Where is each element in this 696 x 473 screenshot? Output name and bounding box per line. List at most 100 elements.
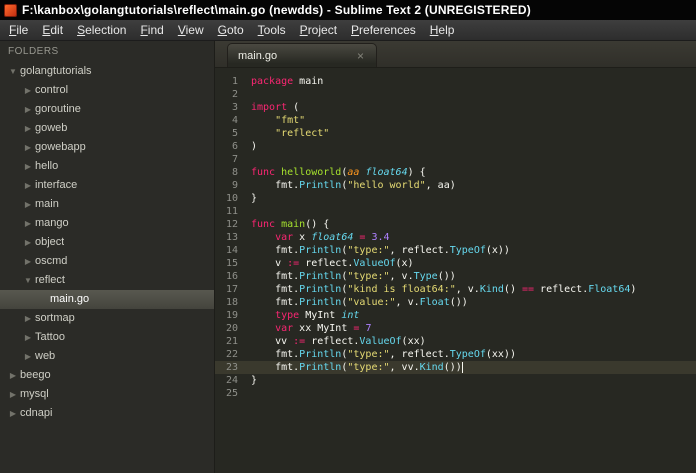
- code-line-6[interactable]: 6): [215, 140, 696, 153]
- tab-bar: main.go ×: [215, 41, 696, 68]
- code-line-24[interactable]: 24}: [215, 374, 696, 387]
- tree-folder-mysql[interactable]: ▶ mysql: [0, 385, 214, 404]
- tree-folder-cdnapi[interactable]: ▶ cdnapi: [0, 404, 214, 423]
- chevron-right-icon[interactable]: ▶: [6, 366, 20, 385]
- code-line-9[interactable]: 9 fmt.Println("hello world", aa): [215, 179, 696, 192]
- tree-folder-tattoo[interactable]: ▶ Tattoo: [0, 328, 214, 347]
- code-line-14[interactable]: 14 fmt.Println("type:", reflect.TypeOf(x…: [215, 244, 696, 257]
- menu-view[interactable]: View: [171, 21, 211, 39]
- chevron-right-icon[interactable]: ▶: [6, 385, 20, 404]
- code-line-2[interactable]: 2: [215, 88, 696, 101]
- code-text: fmt.Println("type:", reflect.TypeOf(x)): [251, 245, 510, 256]
- chevron-right-icon[interactable]: ▶: [21, 100, 35, 119]
- menu-project[interactable]: Project: [293, 21, 344, 39]
- code-text: var x float64 = 3.4: [275, 232, 390, 243]
- tree-folder-mango[interactable]: ▶ mango: [0, 214, 214, 233]
- menu-goto[interactable]: Goto: [211, 21, 251, 39]
- code-line-15[interactable]: 15 v := reflect.ValueOf(x): [215, 257, 696, 270]
- tree-folder-beego[interactable]: ▶ beego: [0, 366, 214, 385]
- tree-folder-reflect[interactable]: ▼ reflect: [0, 271, 214, 290]
- line-number: 25: [225, 388, 238, 399]
- line-number: 13: [225, 232, 238, 243]
- menu-file[interactable]: File: [2, 21, 35, 39]
- line-number: 3: [231, 102, 238, 113]
- chevron-right-icon[interactable]: ▶: [21, 233, 35, 252]
- menu-selection[interactable]: Selection: [70, 21, 133, 39]
- tree-folder-main[interactable]: ▶ main: [0, 195, 214, 214]
- chevron-right-icon[interactable]: ▶: [6, 404, 20, 423]
- code-line-22[interactable]: 22 fmt.Println("type:", reflect.TypeOf(x…: [215, 348, 696, 361]
- code-text: }: [251, 193, 258, 204]
- tree-folder-goweb[interactable]: ▶ goweb: [0, 119, 214, 138]
- code-line-12[interactable]: 12 func main() {: [215, 218, 696, 231]
- chevron-right-icon[interactable]: ▶: [21, 119, 35, 138]
- menu-help[interactable]: Help: [423, 21, 462, 39]
- line-number: 18: [225, 297, 238, 308]
- tree-folder-control[interactable]: ▶ control: [0, 81, 214, 100]
- code-text: func main() {: [251, 219, 330, 230]
- chevron-right-icon[interactable]: ▶: [21, 195, 35, 214]
- code-line-13[interactable]: 13 var x float64 = 3.4: [215, 231, 696, 244]
- code-line-8[interactable]: 8 func helloworld(aa float64) {: [215, 166, 696, 179]
- code-text: fmt.Println("kind is float64:", v.Kind()…: [251, 284, 637, 295]
- chevron-right-icon[interactable]: ▶: [21, 309, 35, 328]
- code-text: type MyInt int: [275, 310, 360, 321]
- code-line-11[interactable]: 11: [215, 205, 696, 218]
- code-line-16[interactable]: 16 fmt.Println("type:", v.Type()): [215, 270, 696, 283]
- sidebar: FOLDERS ▼ golangtutorials ▶ control ▶ gorouti…: [0, 41, 215, 473]
- tab-label: main.go: [238, 49, 278, 62]
- code-line-19[interactable]: 19 type MyInt int: [215, 309, 696, 322]
- chevron-right-icon[interactable]: ▶: [21, 252, 35, 271]
- code-line-25[interactable]: 25: [215, 387, 696, 400]
- code-line-17[interactable]: 17 fmt.Println("kind is float64:", v.Kin…: [215, 283, 696, 296]
- code-text: v := reflect.ValueOf(x): [251, 258, 414, 269]
- chevron-down-icon[interactable]: ▼: [21, 271, 35, 290]
- tree-item-label: reflect: [35, 274, 65, 286]
- tree-folder-web[interactable]: ▶ web: [0, 347, 214, 366]
- line-number: 7: [231, 154, 238, 165]
- code-area[interactable]: 1 package main 2 3 import (4 "fmt" 5 "reflect…: [215, 68, 696, 473]
- tree-folder-oscmd[interactable]: ▶ oscmd: [0, 252, 214, 271]
- tree-item-label: control: [35, 84, 69, 96]
- code-line-4[interactable]: 4 "fmt": [215, 114, 696, 127]
- titlebar[interactable]: F:\kanbox\golangtutorials\reflect\main.g…: [0, 0, 696, 20]
- tree-folder-hello[interactable]: ▶ hello: [0, 157, 214, 176]
- tree-folder-golangtutorials[interactable]: ▼ golangtutorials: [0, 62, 214, 81]
- code-line-21[interactable]: 21 vv := reflect.ValueOf(xx): [215, 335, 696, 348]
- menu-find[interactable]: Find: [133, 21, 170, 39]
- code-line-18[interactable]: 18 fmt.Println("value:", v.Float()): [215, 296, 696, 309]
- tree-item-label: mysql: [20, 388, 49, 400]
- chevron-right-icon[interactable]: ▶: [21, 138, 35, 157]
- tree-folder-sortmap[interactable]: ▶ sortmap: [0, 309, 214, 328]
- code-line-5[interactable]: 5 "reflect": [215, 127, 696, 140]
- chevron-right-icon[interactable]: ▶: [21, 157, 35, 176]
- app-body: FOLDERS ▼ golangtutorials ▶ control ▶ gorouti…: [0, 41, 696, 473]
- code-line-1[interactable]: 1 package main: [215, 75, 696, 88]
- tree-item-label: object: [35, 236, 65, 248]
- chevron-right-icon[interactable]: ▶: [21, 347, 35, 366]
- tree-folder-interface[interactable]: ▶ interface: [0, 176, 214, 195]
- tab-main-go[interactable]: main.go ×: [227, 43, 377, 67]
- tree-file-main.go[interactable]: main.go: [0, 290, 214, 309]
- code-text: fmt.Println("type:", vv.Kind()): [251, 362, 463, 373]
- line-number: 9: [231, 180, 238, 191]
- line-number: 2: [231, 89, 238, 100]
- code-line-7[interactable]: 7: [215, 153, 696, 166]
- code-line-20[interactable]: 20 var xx MyInt = 7: [215, 322, 696, 335]
- tree-folder-gowebapp[interactable]: ▶ gowebapp: [0, 138, 214, 157]
- chevron-down-icon[interactable]: ▼: [6, 62, 20, 81]
- code-line-3[interactable]: 3 import (: [215, 101, 696, 114]
- chevron-right-icon[interactable]: ▶: [21, 214, 35, 233]
- code-line-23[interactable]: 23 fmt.Println("type:", vv.Kind()): [215, 361, 696, 374]
- code-line-10[interactable]: 10}: [215, 192, 696, 205]
- chevron-right-icon[interactable]: ▶: [21, 81, 35, 100]
- menu-edit[interactable]: Edit: [35, 21, 70, 39]
- tab-close-icon[interactable]: ×: [355, 48, 366, 64]
- chevron-right-icon[interactable]: ▶: [21, 176, 35, 195]
- menu-preferences[interactable]: Preferences: [344, 21, 423, 39]
- tree-folder-object[interactable]: ▶ object: [0, 233, 214, 252]
- chevron-right-icon[interactable]: ▶: [21, 328, 35, 347]
- tree-folder-goroutine[interactable]: ▶ goroutine: [0, 100, 214, 119]
- app-icon: [4, 3, 17, 17]
- menu-tools[interactable]: Tools: [251, 21, 293, 39]
